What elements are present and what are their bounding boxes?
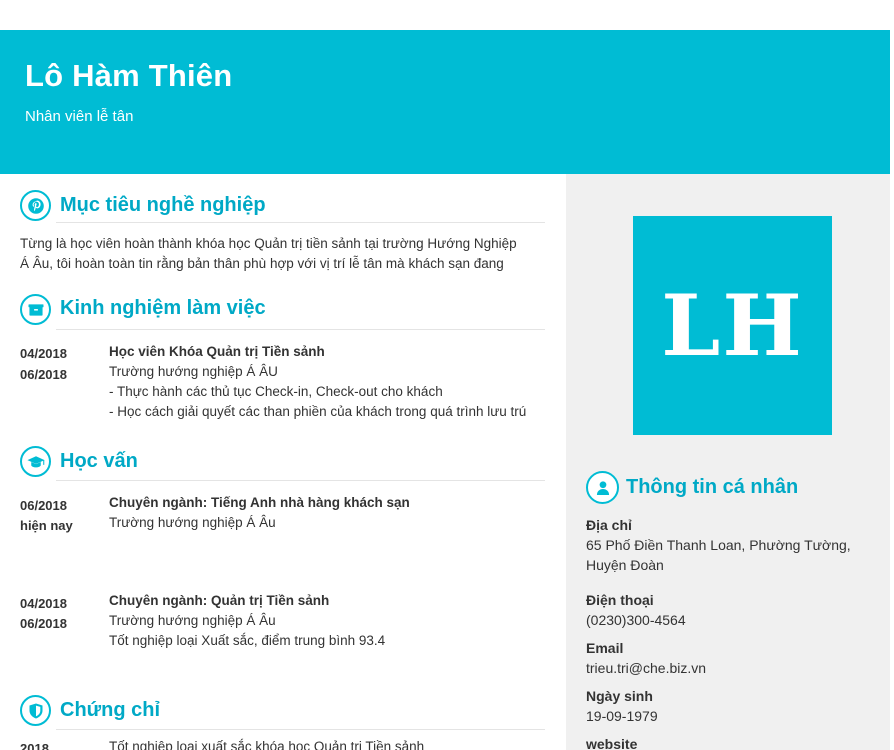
experience-detail-1: - Thực hành các thủ tục Check-in, Check-… <box>109 384 443 399</box>
personal-info-title: Thông tin cá nhân <box>626 476 799 498</box>
education-1-major: Chuyên ngành: Tiếng Anh nhà hàng khách s… <box>109 495 410 510</box>
avatar: LH <box>633 216 832 435</box>
objective-divider <box>56 222 545 223</box>
candidate-name: Lô Hàm Thiên <box>25 58 233 93</box>
sidebar: LH Thông tin cá nhân Địa chỉ 65 Phố Điền… <box>566 174 890 750</box>
education-2-end-date: 06/2018 <box>20 616 67 631</box>
address-line-2: Huyện Đoàn <box>586 557 664 573</box>
objective-title: Mục tiêu nghề nghiệp <box>60 194 266 216</box>
experience-position: Học viên Khóa Quản trị Tiền sảnh <box>109 344 325 359</box>
resume-page: Lô Hàm Thiên Nhân viên lễ tân Mục tiêu n… <box>0 0 894 750</box>
experience-title: Kinh nghiệm làm việc <box>60 297 266 319</box>
shield-icon <box>20 695 51 726</box>
graduation-cap-icon <box>20 446 51 477</box>
avatar-initials: LH <box>661 276 804 375</box>
website-label: website <box>586 736 638 750</box>
objective-line-2: Á Âu, tôi hoàn toàn tin rằng bản thân ph… <box>20 256 504 271</box>
education-1-school: Trường hướng nghiệp Á Âu <box>109 515 276 530</box>
pinterest-icon <box>20 190 51 221</box>
education-1-end-date: hiện nay <box>20 518 73 533</box>
user-icon <box>586 471 619 504</box>
education-2-note: Tốt nghiệp loại Xuất sắc, điểm trung bìn… <box>109 633 386 648</box>
resume-header: Lô Hàm Thiên Nhân viên lễ tân <box>0 30 890 174</box>
experience-start-date: 04/2018 <box>20 346 67 361</box>
certificates-divider <box>56 729 545 730</box>
birthday-label: Ngày sinh <box>586 688 653 704</box>
address-line-1: 65 Phố Điền Thanh Loan, Phường Tường, <box>586 537 851 553</box>
objective-line-1: Từng là học viên hoàn thành khóa học Quả… <box>20 236 517 251</box>
address-label: Địa chỉ <box>586 517 632 533</box>
email-value: trieu.tri@che.biz.vn <box>586 660 707 676</box>
certificate-year: 2018 <box>20 741 49 750</box>
phone-label: Điện thoại <box>586 592 654 608</box>
education-1-start-date: 06/2018 <box>20 498 67 513</box>
experience-organization: Trường hướng nghiệp Á ÂU <box>109 364 278 379</box>
candidate-role: Nhân viên lễ tân <box>25 108 134 125</box>
experience-detail-2: - Học cách giải quyết các than phiền của… <box>109 404 527 419</box>
education-title: Học vấn <box>60 450 138 472</box>
certificate-text: Tốt nghiệp loại xuất sắc khóa học Quản t… <box>109 739 425 750</box>
briefcase-icon <box>20 294 51 325</box>
certificates-title: Chứng chỉ <box>60 699 161 721</box>
email-label: Email <box>586 640 624 656</box>
education-2-school: Trường hướng nghiệp Á Âu <box>109 613 276 628</box>
phone-value: (0230)300-4564 <box>586 612 686 628</box>
birthday-value: 19-09-1979 <box>586 708 658 724</box>
education-2-start-date: 04/2018 <box>20 596 67 611</box>
education-2-major: Chuyên ngành: Quản trị Tiền sảnh <box>109 593 330 608</box>
experience-divider <box>56 329 545 330</box>
education-divider <box>56 480 545 481</box>
experience-end-date: 06/2018 <box>20 367 67 382</box>
